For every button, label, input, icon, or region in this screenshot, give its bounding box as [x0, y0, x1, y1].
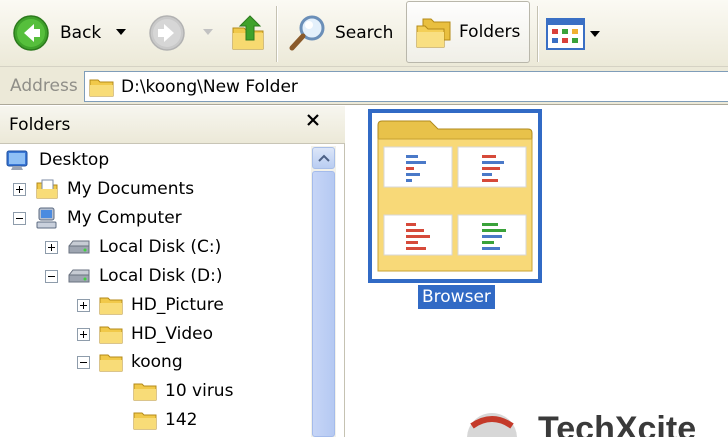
back-button[interactable]: Back: [12, 14, 101, 52]
tree-item-label: HD_Video: [131, 324, 214, 344]
tree-item-label: Local Disk (D:): [99, 266, 223, 286]
tree-item-label: HD_Picture: [131, 295, 224, 315]
tree-item-koong[interactable]: koong: [77, 348, 183, 376]
collapse-minus-icon[interactable]: [77, 355, 90, 369]
tree-item-my-documents[interactable]: My Documents: [13, 175, 194, 203]
tree-vertical-scrollbar[interactable]: [311, 146, 336, 437]
views-dropdown-arrow[interactable]: [590, 31, 600, 37]
folder-item-label[interactable]: Browser: [418, 285, 495, 309]
tree-item-142[interactable]: 142: [133, 406, 197, 434]
tree-item-label: 10 virus: [165, 381, 234, 401]
tree-item-label: Local Disk (C:): [99, 237, 222, 257]
standard-toolbar: Back Search Folders: [0, 0, 728, 67]
tree-item-hd-picture[interactable]: HD_Picture: [77, 291, 224, 319]
folder-icon: [133, 412, 157, 430]
tree-item-label: My Documents: [67, 179, 195, 199]
scroll-thumb[interactable]: [312, 171, 335, 437]
folder-icon: [89, 79, 114, 96]
search-label: Search: [335, 23, 394, 43]
folders-pane: Folders Desktop My Documents My Computer…: [0, 106, 345, 437]
local-disk-icon: [68, 240, 90, 254]
watermark-text: TechXcite: [538, 410, 696, 437]
forward-dropdown-arrow[interactable]: [203, 29, 213, 35]
back-label: Back: [60, 23, 102, 43]
desktop-icon: [6, 150, 28, 170]
techxcite-logo-icon: TechXcite: [467, 410, 696, 442]
search-magnifier-icon: [289, 15, 325, 51]
tree-item-local-disk-c[interactable]: Local Disk (C:): [45, 233, 221, 261]
address-bar: Address D:\koong\New Folder: [0, 67, 728, 105]
forward-button[interactable]: [148, 14, 186, 52]
toolbar-separator: [276, 6, 278, 62]
toolbar-separator: [537, 6, 539, 62]
views-grid-icon: [546, 18, 585, 50]
tree-item-local-disk-d[interactable]: Local Disk (D:): [45, 262, 222, 290]
tree-item-label: My Computer: [67, 208, 182, 228]
watermark-logo: TechXcite: [446, 402, 728, 442]
my-computer-icon: [36, 207, 57, 229]
tree-item-hd-video[interactable]: HD_Video: [77, 320, 213, 348]
folders-icon: [416, 18, 451, 48]
expand-plus-icon[interactable]: [77, 327, 90, 341]
tree-item-10-virus[interactable]: 10 virus: [133, 377, 233, 405]
folders-pane-title: Folders: [9, 115, 71, 135]
folder-icon: [99, 326, 123, 344]
address-label: Address: [10, 76, 78, 96]
folders-label: Folders: [459, 22, 521, 42]
close-icon[interactable]: [302, 109, 324, 131]
folder-thumbnail-icon: [377, 120, 533, 272]
folders-pane-header: Folders: [0, 106, 345, 144]
tree-item-label: Desktop: [39, 150, 110, 170]
folder-item-browser[interactable]: [368, 109, 542, 283]
address-path: D:\koong\New Folder: [121, 76, 298, 97]
chevron-up-icon: [317, 154, 330, 162]
tree-item-desktop[interactable]: Desktop: [5, 146, 109, 174]
folder-icon: [99, 354, 123, 372]
expand-plus-icon[interactable]: [45, 240, 58, 254]
expand-plus-icon[interactable]: [77, 298, 90, 312]
scroll-up-button[interactable]: [312, 147, 335, 169]
folder-contents-pane: Browser TechXcite: [346, 106, 728, 442]
back-dropdown-arrow[interactable]: [116, 29, 126, 35]
expand-plus-icon[interactable]: [13, 182, 26, 196]
collapse-minus-icon[interactable]: [13, 211, 26, 225]
folders-button[interactable]: Folders: [406, 1, 530, 63]
folder-icon: [99, 297, 123, 315]
folder-tree: Desktop My Documents My Computer Local D…: [0, 144, 311, 437]
tree-item-label: koong: [131, 352, 183, 372]
my-documents-icon: [36, 179, 58, 199]
up-folder-icon: [232, 15, 264, 50]
up-folder-button[interactable]: [230, 12, 268, 52]
local-disk-icon: [68, 269, 90, 283]
tree-item-my-computer[interactable]: My Computer: [13, 204, 182, 232]
folder-icon: [133, 383, 157, 401]
forward-arrow-icon: [149, 15, 185, 51]
collapse-minus-icon[interactable]: [45, 269, 58, 283]
address-input[interactable]: D:\koong\New Folder: [84, 71, 728, 102]
views-button[interactable]: [546, 18, 600, 50]
search-button[interactable]: Search: [287, 12, 393, 54]
tree-item-label: 142: [165, 410, 198, 430]
back-arrow-icon: [13, 15, 49, 51]
